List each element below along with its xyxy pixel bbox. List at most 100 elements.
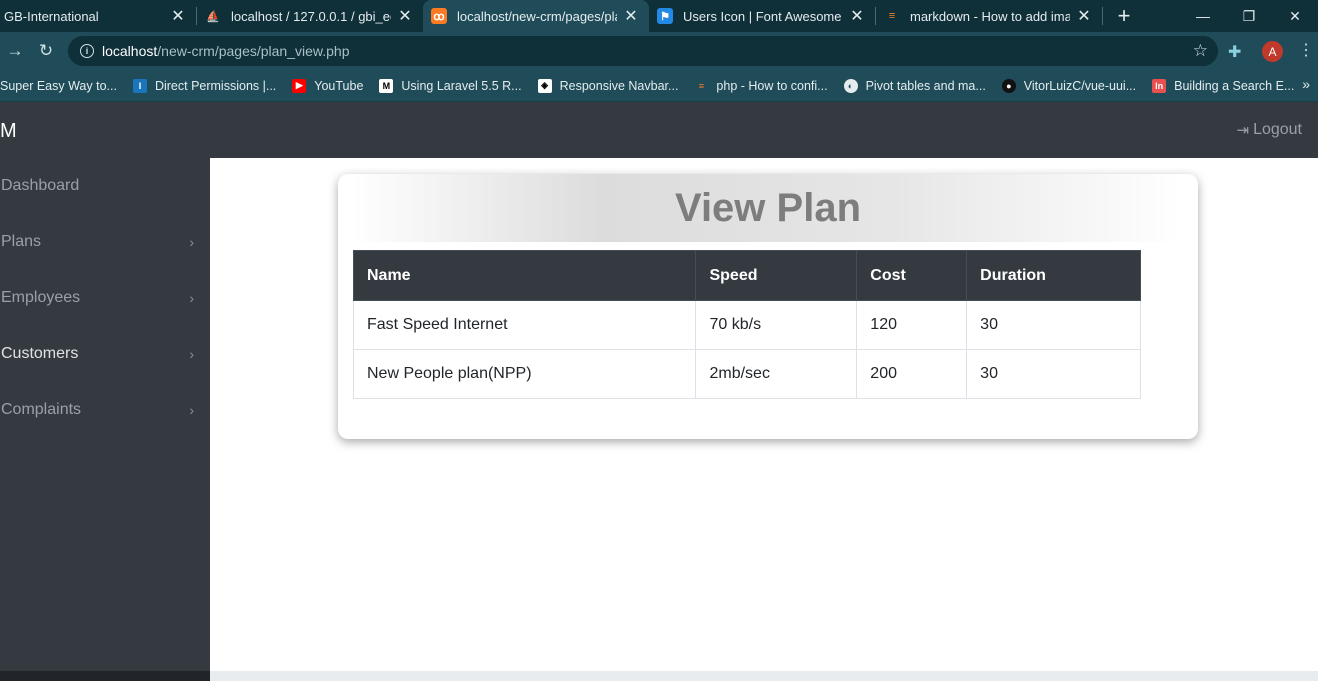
chevron-right-icon: › (189, 234, 194, 250)
sidebar-item-employees[interactable]: Employees › (0, 270, 210, 326)
forward-arrow-icon[interactable]: → (0, 36, 30, 66)
bookmark-label: Responsive Navbar... (559, 78, 679, 93)
page-footer (210, 671, 1318, 681)
browser-tab-font-awesome[interactable]: ⚑ Users Icon | Font Awesome ✕ (649, 0, 875, 32)
youtube-icon: ▶ (292, 78, 307, 93)
sidebar-item-complaints[interactable]: Complaints › (0, 382, 210, 438)
restore-icon[interactable]: ❐ (1226, 0, 1272, 32)
close-icon[interactable]: ✕ (397, 6, 413, 26)
sidebar-item-plans[interactable]: Plans › (0, 214, 210, 270)
browser-tab-stackoverflow[interactable]: ≡ markdown - How to add imag ✕ (876, 0, 1102, 32)
sidebar-item-label: Dashboard (1, 177, 80, 194)
bookmark-blue-icon: I (132, 78, 147, 93)
plan-card: View Plan Name Speed Cost Duration Fast … (338, 174, 1198, 439)
brand-logo[interactable]: M (0, 120, 17, 143)
browser-tab-phpmyadmin[interactable]: ⛵ localhost / 127.0.0.1 / gbi_edu ✕ (197, 0, 423, 32)
chevron-right-icon: › (189, 290, 194, 306)
sidebar-item-customers[interactable]: Customers › (0, 326, 210, 382)
more-bookmarks-icon[interactable]: » (1302, 76, 1310, 92)
sidebar-item-label: Employees (1, 289, 81, 306)
bookmark-item[interactable]: M Using Laravel 5.5 R... (379, 78, 522, 93)
chevron-right-icon: › (189, 402, 194, 418)
reload-icon[interactable]: ↻ (31, 36, 61, 66)
close-icon[interactable]: ✕ (1076, 6, 1092, 26)
page-title: View Plan (674, 185, 861, 230)
cell-name: New People plan(NPP) (352, 349, 697, 399)
minimize-icon[interactable]: — (1180, 0, 1226, 32)
column-header-cost: Cost (856, 250, 968, 301)
cell-speed: 2mb/sec (695, 349, 858, 399)
tab-title: localhost / 127.0.0.1 / gbi_edu (231, 8, 391, 24)
bookmark-label: VitorLuizC/vue-uui... (1023, 78, 1137, 93)
plans-table: Name Speed Cost Duration Fast Speed Inte… (352, 250, 1141, 399)
tab-title: GB-International (4, 8, 99, 24)
card-header: View Plan (353, 174, 1183, 242)
bookmark-item[interactable]: ◐ Pivot tables and ma... (843, 78, 986, 93)
logout-label: Logout (1253, 121, 1302, 138)
bookmark-label: php - How to confi... (716, 78, 828, 93)
browser-menu-icon[interactable]: ⋮ (1298, 40, 1314, 60)
tab-divider (1102, 7, 1103, 25)
close-icon[interactable]: ✕ (623, 6, 639, 26)
codepen-icon: ◈ (537, 78, 552, 93)
globe-icon: ◐ (843, 78, 858, 93)
bookmark-label: Direct Permissions |... (154, 78, 277, 93)
font-awesome-icon: ⚑ (657, 8, 673, 24)
table-row: New People plan(NPP) 2mb/sec 200 30 (352, 349, 1141, 399)
column-header-duration: Duration (966, 250, 1141, 301)
bookmark-label: Using Laravel 5.5 R... (401, 78, 522, 93)
cell-cost: 200 (856, 349, 968, 399)
ln-icon: ln (1152, 78, 1167, 93)
close-icon[interactable]: ✕ (849, 6, 865, 26)
table-row: Fast Speed Internet 70 kb/s 120 30 (352, 300, 1141, 350)
window-controls: — ❐ ✕ (1180, 0, 1318, 32)
bookmark-item[interactable]: ▶ YouTube (292, 78, 364, 93)
app-navbar: M ⇥ Logout (0, 102, 1318, 158)
address-bar[interactable]: i localhost/new-crm/pages/plan_view.php … (68, 36, 1218, 66)
bookmark-item[interactable]: ln Building a Search E... (1152, 78, 1294, 93)
site-info-icon[interactable]: i (80, 44, 94, 58)
url-path: /new-crm/pages/plan_view.php (157, 43, 350, 59)
stackoverflow-icon: ≡ (698, 80, 705, 91)
bookmark-item[interactable]: ≡ php - How to confi... (694, 78, 828, 93)
bookmark-item[interactable]: Super Easy Way to... (0, 79, 117, 93)
github-icon: ● (1001, 78, 1016, 93)
bookmark-item[interactable]: ◈ Responsive Navbar... (537, 78, 679, 93)
url-host: localhost (102, 43, 158, 59)
cell-duration: 30 (966, 349, 1141, 399)
sidebar-footer (0, 671, 210, 681)
tab-title: markdown - How to add imag (910, 8, 1070, 24)
browser-tab-gb-international[interactable]: GB-International ✕ (0, 0, 196, 32)
phpmyadmin-icon: ⛵ (206, 10, 220, 23)
browser-tab-plan-view[interactable]: ꝏ localhost/new-crm/pages/plan ✕ (423, 0, 649, 32)
cell-speed: 70 kb/s (695, 300, 858, 350)
profile-avatar[interactable]: A (1262, 41, 1283, 62)
browser-toolbar: → ↻ i localhost/new-crm/pages/plan_view.… (0, 32, 1318, 70)
close-window-icon[interactable]: ✕ (1272, 0, 1318, 32)
bookmark-item[interactable]: ● VitorLuizC/vue-uui... (1001, 78, 1137, 93)
tab-title: localhost/new-crm/pages/plan (457, 8, 617, 24)
cell-name: Fast Speed Internet (352, 300, 697, 350)
chevron-right-icon: › (189, 346, 194, 362)
cell-duration: 30 (966, 300, 1141, 350)
new-tab-button[interactable]: + (1109, 1, 1139, 31)
bookmark-item[interactable]: I Direct Permissions |... (132, 78, 277, 93)
bookmark-label: Super Easy Way to... (0, 78, 117, 93)
sidebar-item-label: Plans (1, 233, 42, 250)
bookmark-star-icon[interactable]: ☆ (1193, 41, 1208, 61)
sidebar-item-dashboard[interactable]: Dashboard (0, 158, 210, 214)
sidebar: Dashboard Plans › Employees › Customers … (0, 158, 210, 681)
sign-out-icon: ⇥ (1236, 122, 1250, 139)
stackoverflow-icon: ≡ (888, 10, 896, 22)
logout-link[interactable]: ⇥ Logout (1236, 121, 1302, 139)
bookmark-label: YouTube (314, 78, 364, 93)
column-header-name: Name (352, 250, 697, 301)
medium-icon: M (379, 78, 394, 93)
table-header-row: Name Speed Cost Duration (352, 250, 1141, 301)
bookmarks-bar: Super Easy Way to... I Direct Permission… (0, 70, 1318, 102)
extensions-puzzle-icon[interactable]: ✚ (1228, 42, 1241, 62)
close-icon[interactable]: ✕ (170, 6, 186, 26)
tab-title: Users Icon | Font Awesome (683, 8, 842, 24)
bookmark-label: Pivot tables and ma... (865, 78, 986, 93)
sidebar-item-label: Complaints (1, 401, 82, 418)
